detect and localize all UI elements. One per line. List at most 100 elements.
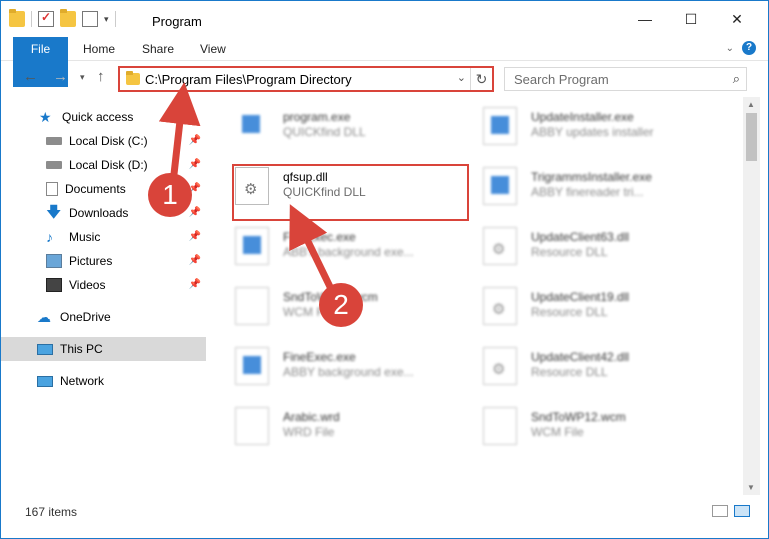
status-bar: 167 items (1, 501, 768, 523)
file-description: QUICKfind DLL (283, 125, 366, 139)
back-arrow-icon[interactable]: ← (23, 68, 38, 85)
vertical-scrollbar[interactable]: ▲ ▼ (743, 97, 760, 495)
file-name: Arabic.wrd (283, 410, 340, 424)
pictures-icon (46, 254, 62, 268)
sidebar-item-this-pc[interactable]: This PC (1, 337, 206, 361)
file-description: Resource DLL (531, 245, 608, 259)
file-name: SndToWP12.wcm (531, 410, 626, 424)
file-item[interactable]: SndToWP12.wcm WCM File (483, 401, 723, 451)
file-list: program.exe QUICKfind DLL UpdateInstalle… (209, 97, 741, 495)
file-item[interactable]: FineExec.exe ABBY background exe... (235, 341, 475, 391)
dll-gear-icon: ⚙ (483, 287, 517, 325)
explorer-window: ▾ Program — ☐ ✕ File Home Share View ⌄ ?… (0, 0, 769, 539)
tab-share[interactable]: Share (142, 37, 174, 61)
drive-icon (46, 161, 62, 169)
up-arrow-icon[interactable]: ↑ (97, 68, 105, 85)
file-item[interactable]: program.exe QUICKfind DLL (235, 101, 475, 151)
window-title: Program (152, 14, 202, 29)
sidebar-item-label: Videos (69, 278, 106, 292)
file-item[interactable]: FineExec.exe ABBY background exe... (235, 221, 475, 271)
help-icon[interactable]: ? (742, 41, 756, 55)
scroll-thumb[interactable] (746, 113, 757, 161)
file-name: UpdateClient42.dll (531, 350, 630, 364)
view-toggle (712, 505, 750, 517)
sidebar-item-quick-access[interactable]: ★ Quick access (1, 105, 206, 129)
file-name: FineExec.exe (283, 350, 356, 364)
file-item[interactable]: Arabic.wrd WRD File (235, 401, 475, 451)
pin-icon: 📌 (188, 159, 201, 170)
computer-icon (37, 343, 53, 355)
file-name: UpdateClient63.dll (531, 230, 630, 244)
minimize-button[interactable]: — (622, 1, 668, 37)
drive-icon (46, 137, 62, 145)
pin-icon: 📌 (188, 231, 201, 242)
music-icon: ♪ (46, 229, 53, 245)
dll-gear-icon: ⚙ (483, 347, 517, 385)
sidebar-item-label: This PC (60, 342, 103, 356)
exe-icon (235, 347, 269, 385)
search-icon[interactable]: ⌕ (733, 71, 740, 87)
exe-icon (483, 167, 517, 205)
search-placeholder[interactable]: Search Program (514, 72, 609, 87)
recent-locations-icon[interactable]: ▾ (80, 72, 85, 83)
maximize-button[interactable]: ☐ (668, 1, 714, 37)
sidebar-item-label: Quick access (62, 110, 134, 124)
file-name: program.exe (283, 110, 351, 124)
tiles-view-icon[interactable] (734, 505, 750, 517)
ribbon-right-controls: ⌄ ? (726, 41, 756, 55)
step-2-badge: 2 (319, 283, 363, 327)
sidebar-item-label: Network (60, 374, 105, 388)
sidebar-item-pictures[interactable]: Pictures 📌 (1, 249, 206, 273)
properties-check-icon[interactable] (38, 10, 54, 27)
tab-view[interactable]: View (200, 37, 226, 61)
close-button[interactable]: ✕ (714, 1, 760, 37)
file-description: ABBY finereader tri... (531, 185, 644, 199)
pin-icon: 📌 (188, 279, 201, 290)
step-1-badge: 1 (148, 173, 192, 217)
tab-home[interactable]: Home (83, 37, 115, 61)
exe-icon (235, 227, 269, 265)
file-item[interactable]: ⚙ UpdateClient19.dll Resource DLL (483, 281, 723, 331)
expand-ribbon-icon[interactable]: ⌄ (726, 43, 734, 54)
details-view-icon[interactable] (712, 505, 728, 517)
exe-icon (483, 107, 517, 145)
file-item[interactable]: ⚙ UpdateClient63.dll Resource DLL (483, 221, 723, 271)
pin-icon: 📌 (188, 207, 201, 218)
file-item[interactable]: TrigrammsInstaller.exe ABBY finereader t… (483, 161, 723, 211)
file-description: WCM File (531, 425, 584, 439)
dll-gear-icon: ⚙ (483, 227, 517, 265)
pin-icon: 📌 (188, 255, 201, 266)
network-icon (37, 375, 53, 387)
forward-arrow-icon[interactable]: → (53, 68, 68, 85)
quick-access-toolbar: ▾ (9, 9, 116, 27)
file-item[interactable]: ⚙ UpdateClient42.dll Resource DLL (483, 341, 723, 391)
file-description: ABBY background exe... (283, 365, 414, 379)
file-item[interactable]: UpdateInstaller.exe ABBY updates install… (483, 101, 723, 151)
videos-icon (46, 278, 62, 292)
sidebar-item-label: Downloads (69, 206, 129, 220)
file-description: WRD File (283, 425, 335, 439)
search-box[interactable]: Search Program ⌕ (504, 67, 747, 91)
sidebar-item-music[interactable]: ♪ Music 📌 (1, 225, 206, 249)
sidebar-item-label: Music (69, 230, 101, 244)
file-name: UpdateInstaller.exe (531, 110, 634, 124)
file-name: TrigrammsInstaller.exe (531, 170, 652, 184)
sidebar-item-onedrive[interactable]: ☁ OneDrive (1, 305, 206, 329)
address-highlight-box (118, 66, 494, 92)
doc-icon (235, 407, 269, 445)
view-properties-icon[interactable] (82, 11, 98, 27)
pin-icon: 📌 (188, 135, 201, 146)
file-highlight-box (232, 164, 469, 221)
new-folder-icon[interactable] (60, 9, 76, 27)
file-description: Resource DLL (531, 305, 608, 319)
navigation-bar: ← → ▾ ↑ C:\Program Files\Program Directo… (1, 63, 768, 95)
sidebar-item-videos[interactable]: Videos 📌 (1, 273, 206, 297)
customize-dropdown-icon[interactable]: ▾ (104, 14, 109, 25)
folder-icon[interactable] (9, 9, 25, 27)
file-description: Resource DLL (531, 365, 608, 379)
scroll-up-icon[interactable]: ▲ (747, 100, 755, 109)
sidebar-item-local-disk-c[interactable]: Local Disk (C:) 📌 (1, 129, 206, 153)
sidebar-item-network[interactable]: Network (1, 369, 206, 393)
navigation-pane: ★ Quick access Local Disk (C:) 📌 Local D… (1, 97, 207, 497)
scroll-down-icon[interactable]: ▼ (747, 483, 755, 492)
